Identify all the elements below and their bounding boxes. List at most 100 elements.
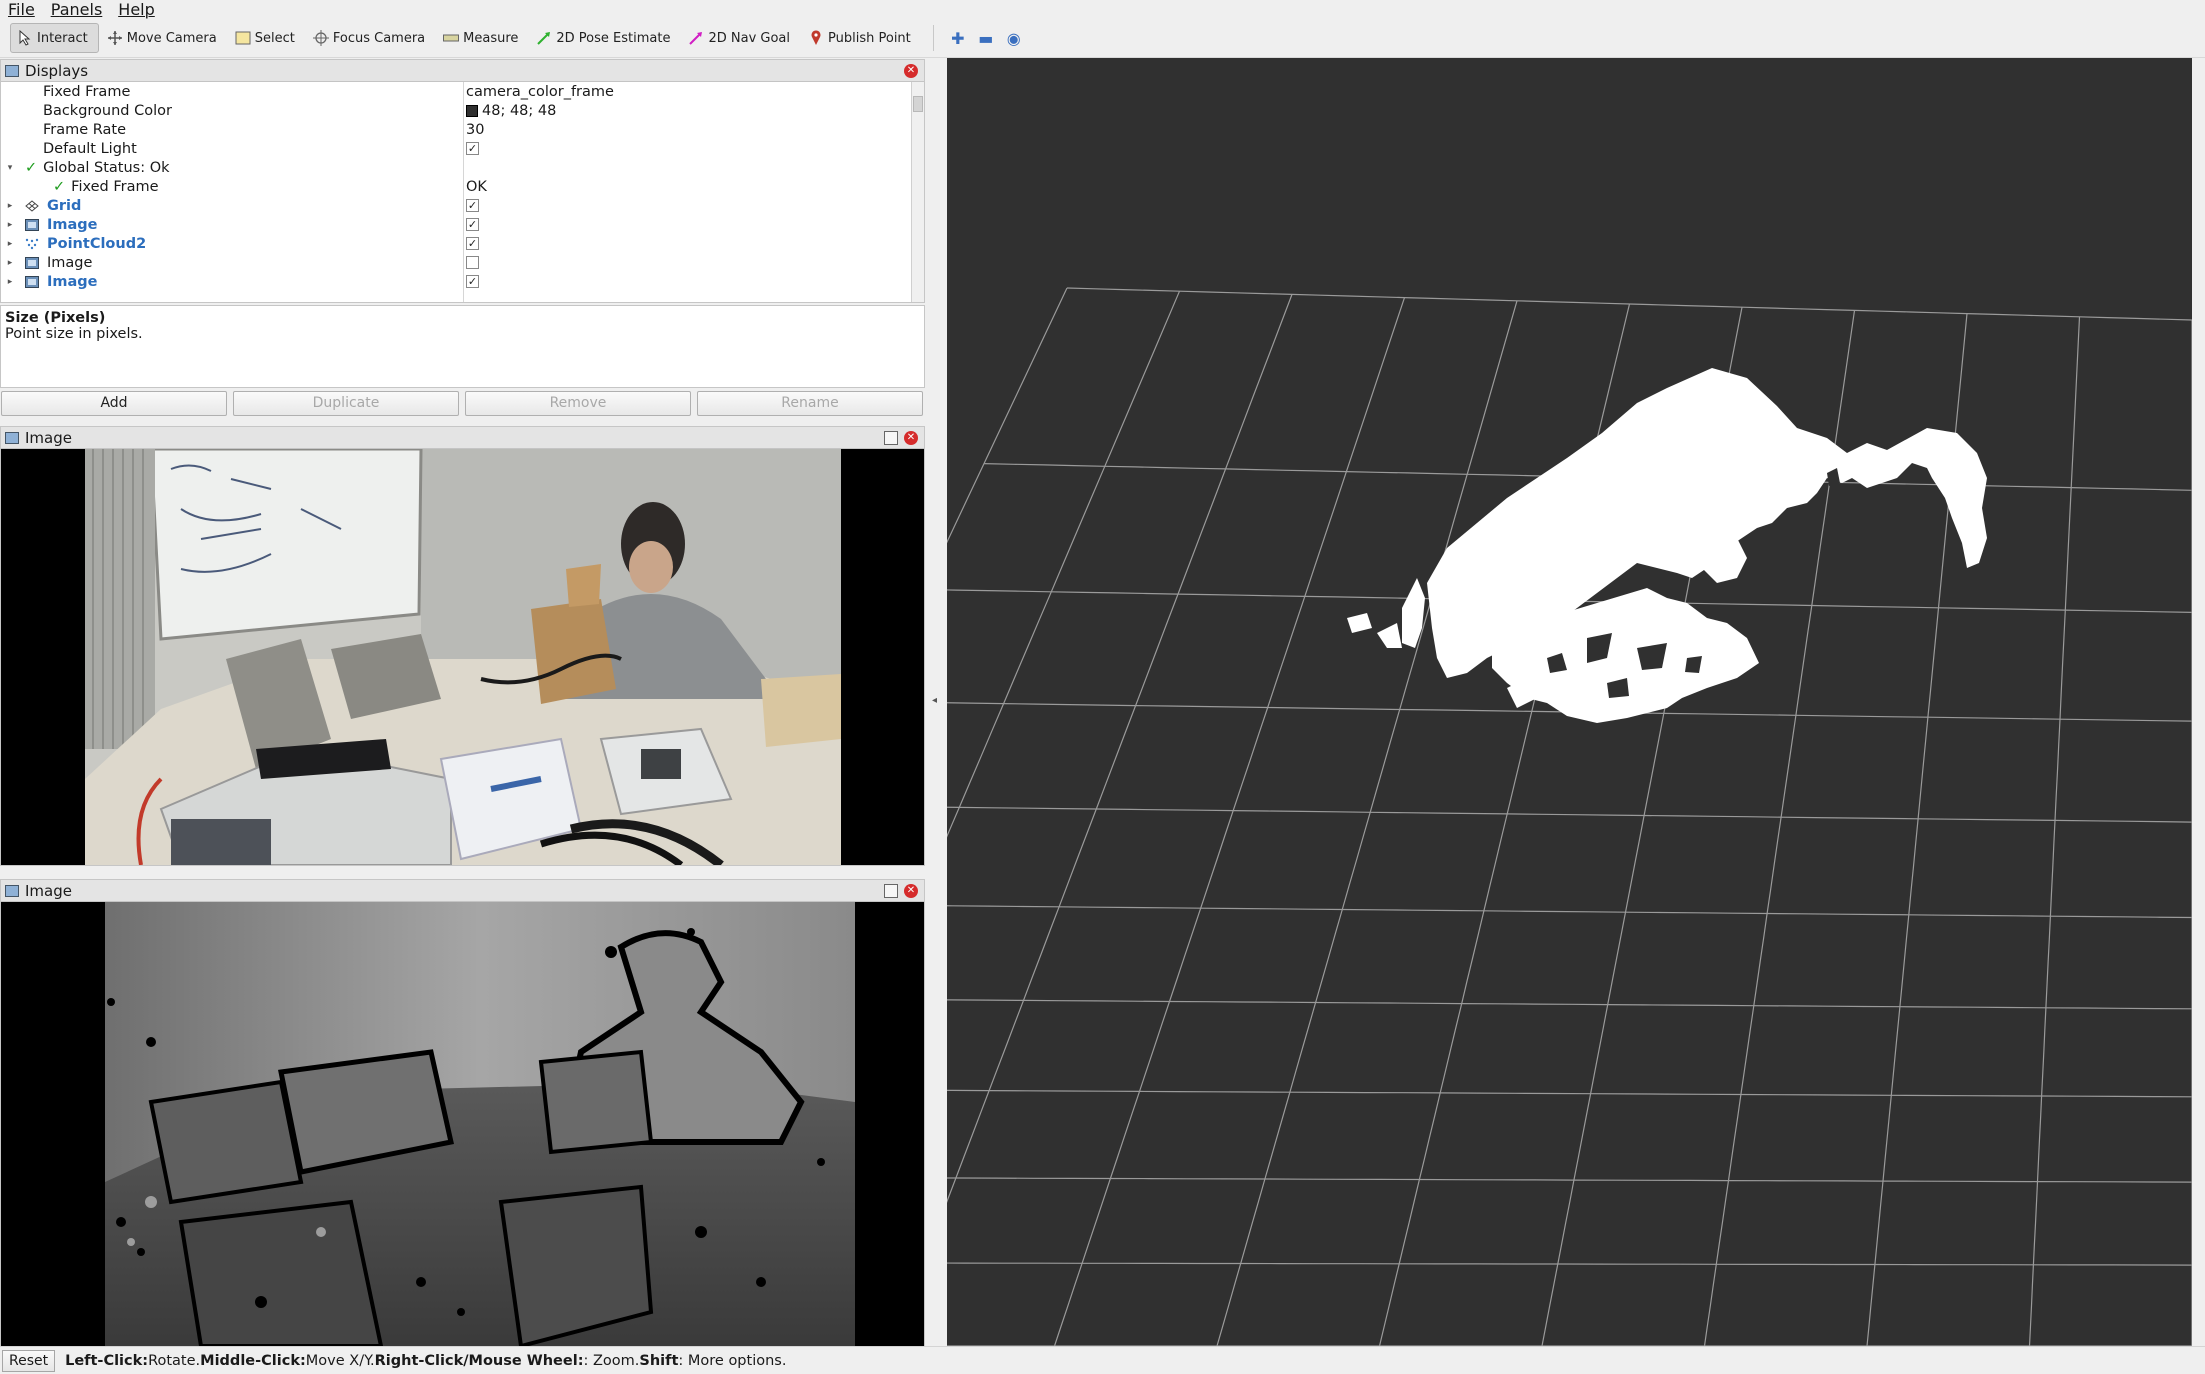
scrollbar-thumb[interactable] bbox=[913, 96, 923, 112]
collapsed-arrow-icon[interactable]: ▸ bbox=[3, 220, 17, 230]
display-buttons: Add Duplicate Remove Rename bbox=[0, 391, 925, 421]
hint-text: : Zoom. bbox=[583, 1352, 640, 1369]
display-item-value[interactable]: 48; 48; 48 bbox=[482, 103, 556, 119]
displays-panel: Displays ✕ Fixed Frame camera_color_frame… bbox=[0, 59, 925, 303]
enable-checkbox[interactable]: ✓ bbox=[466, 199, 479, 212]
pointcloud-icon bbox=[25, 238, 39, 250]
minus-icon[interactable]: ▬ bbox=[972, 24, 1000, 52]
grid-line bbox=[947, 806, 2192, 823]
status-ok-icon: ✓ bbox=[53, 178, 66, 195]
image-icon bbox=[5, 431, 19, 444]
add-button[interactable]: Add bbox=[1, 391, 227, 416]
grid-line bbox=[947, 999, 2192, 1010]
display-tree-row[interactable]: ▾ ✓ Global Status: Ok bbox=[1, 158, 913, 177]
close-icon[interactable]: ✕ bbox=[904, 64, 918, 78]
close-icon[interactable]: ✕ bbox=[904, 431, 918, 445]
hint-key: Shift bbox=[639, 1352, 679, 1369]
menu-panels[interactable]: Panels bbox=[51, 0, 103, 19]
tool-focus-camera[interactable]: Focus Camera bbox=[307, 23, 435, 53]
display-tree-row[interactable]: ✓ Fixed Frame OK bbox=[1, 177, 913, 196]
grid-line bbox=[1216, 300, 1518, 1346]
menu-file[interactable]: File bbox=[8, 0, 35, 19]
undock-icon[interactable] bbox=[884, 884, 898, 898]
description-text: Point size in pixels. bbox=[5, 326, 143, 342]
enable-checkbox[interactable]: ✓ bbox=[466, 237, 479, 250]
tool-move-camera[interactable]: Move Camera bbox=[101, 23, 227, 53]
dock-splitter[interactable]: ◂ bbox=[925, 58, 947, 1346]
grid-line bbox=[947, 1089, 2192, 1098]
display-tree-row[interactable]: Default Light ✓ bbox=[1, 139, 913, 158]
tool-label: 2D Pose Estimate bbox=[556, 30, 671, 46]
tool-2d-pose-estimate[interactable]: 2D Pose Estimate bbox=[530, 23, 680, 53]
enable-checkbox[interactable]: ✓ bbox=[466, 275, 479, 288]
collapse-left-icon[interactable]: ◂ bbox=[932, 695, 937, 706]
ruler-icon bbox=[443, 30, 460, 46]
color-image-view[interactable] bbox=[1, 449, 924, 865]
tool-label: Interact bbox=[37, 30, 88, 46]
status-bar: Reset Left-Click: Rotate. Middle-Click: … bbox=[0, 1346, 2205, 1374]
close-icon[interactable]: ✕ bbox=[904, 884, 918, 898]
tool-label: Move Camera bbox=[126, 30, 217, 46]
hint-text: Rotate. bbox=[148, 1352, 201, 1369]
display-tree-row[interactable]: ▸ Image ✓ bbox=[1, 272, 913, 291]
display-tree-row[interactable]: ▸ Image ✓ bbox=[1, 215, 913, 234]
display-item-value[interactable]: 30 bbox=[466, 122, 484, 138]
enable-checkbox[interactable]: ✓ bbox=[466, 142, 479, 155]
grid-line bbox=[947, 294, 1293, 1204]
display-item-value[interactable]: OK bbox=[466, 179, 487, 195]
tool-publish-point[interactable]: Publish Point bbox=[802, 23, 921, 53]
display-tree-row[interactable]: Frame Rate 30 bbox=[1, 120, 913, 139]
select-icon bbox=[235, 30, 251, 46]
plus-icon[interactable]: ✚ bbox=[944, 24, 972, 52]
collapsed-arrow-icon[interactable]: ▸ bbox=[3, 277, 17, 287]
depth-image-view[interactable] bbox=[1, 902, 924, 1346]
tool-2d-nav-goal[interactable]: 2D Nav Goal bbox=[682, 23, 800, 53]
enable-checkbox[interactable]: ✓ bbox=[466, 218, 479, 231]
display-item-label: Fixed Frame bbox=[43, 83, 131, 100]
hint-key: Right-Click/Mouse Wheel: bbox=[374, 1352, 584, 1369]
eye-icon[interactable]: ◉ bbox=[1000, 24, 1028, 52]
image-icon bbox=[5, 884, 19, 897]
render-3d-view[interactable] bbox=[947, 58, 2192, 1346]
display-tree-row[interactable]: ▸ Image bbox=[1, 253, 913, 272]
grid-line bbox=[1053, 297, 1406, 1346]
display-tree-row[interactable]: ▸ PointCloud2 ✓ bbox=[1, 234, 913, 253]
color-swatch[interactable] bbox=[466, 104, 478, 117]
display-tree-row[interactable]: ▸ Grid ✓ bbox=[1, 196, 913, 215]
expanded-arrow-icon[interactable]: ▾ bbox=[3, 163, 17, 173]
right-dock-edge[interactable] bbox=[2192, 58, 2205, 1346]
display-item-label: Global Status: Ok bbox=[43, 159, 170, 176]
display-tree-row[interactable]: Fixed Frame camera_color_frame bbox=[1, 82, 913, 101]
enable-checkbox[interactable] bbox=[466, 256, 479, 269]
collapsed-arrow-icon[interactable]: ▸ bbox=[3, 239, 17, 249]
collapsed-arrow-icon[interactable]: ▸ bbox=[3, 201, 17, 211]
display-item-label: Background Color bbox=[43, 102, 172, 119]
display-item-value[interactable]: camera_color_frame bbox=[466, 84, 614, 100]
tool-select[interactable]: Select bbox=[229, 23, 305, 53]
grid-line bbox=[2028, 316, 2081, 1346]
tool-label: 2D Nav Goal bbox=[708, 30, 791, 46]
display-tree-row[interactable]: Background Color 48; 48; 48 bbox=[1, 101, 913, 120]
grid-line bbox=[947, 905, 2192, 919]
grid-line bbox=[947, 1262, 2192, 1266]
display-item-label: Fixed Frame bbox=[71, 178, 159, 195]
tool-interact[interactable]: Interact bbox=[10, 23, 99, 53]
property-description: Size (Pixels) Point size in pixels. bbox=[0, 305, 925, 388]
display-item-label: Image bbox=[47, 273, 98, 290]
duplicate-button[interactable]: Duplicate bbox=[233, 391, 459, 416]
displays-scrollbar[interactable] bbox=[911, 82, 924, 302]
rename-button[interactable]: Rename bbox=[697, 391, 923, 416]
image-panel-color: Image ✕ bbox=[0, 426, 925, 866]
pose-arrow-icon bbox=[536, 30, 552, 46]
grid-icon bbox=[25, 199, 39, 212]
undock-icon[interactable] bbox=[884, 431, 898, 445]
remove-button[interactable]: Remove bbox=[465, 391, 691, 416]
column-divider[interactable] bbox=[463, 82, 464, 302]
reset-button[interactable]: Reset bbox=[2, 1349, 56, 1372]
image-icon bbox=[25, 256, 39, 269]
displays-panel-title: Displays ✕ bbox=[1, 60, 924, 82]
collapsed-arrow-icon[interactable]: ▸ bbox=[3, 258, 17, 268]
menu-help[interactable]: Help bbox=[118, 0, 154, 19]
tool-label: Measure bbox=[463, 30, 519, 46]
tool-measure[interactable]: Measure bbox=[437, 23, 528, 53]
